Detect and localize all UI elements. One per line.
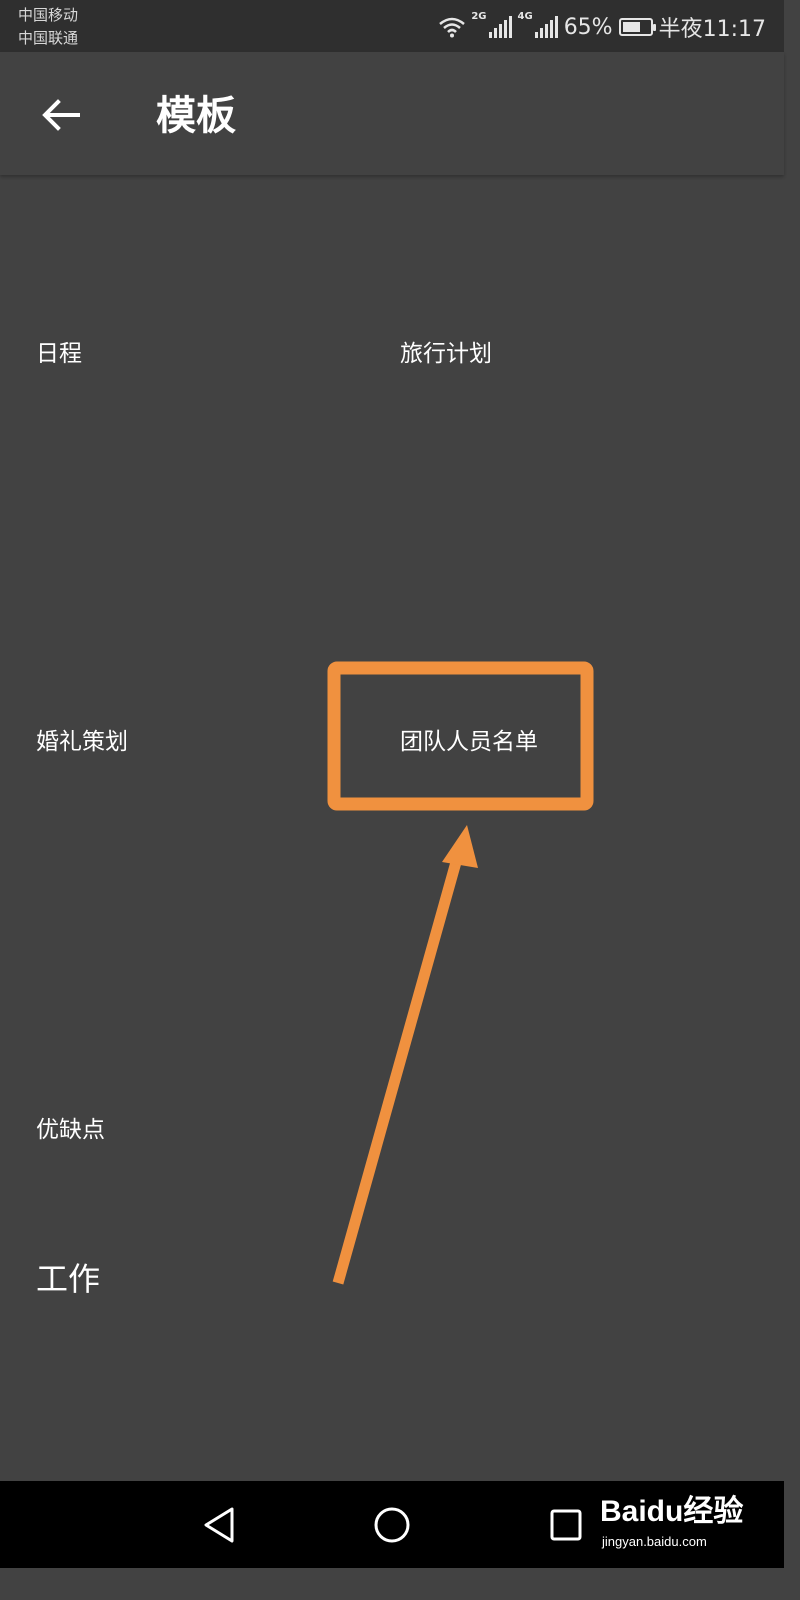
carrier-2-label: 中国联通	[18, 29, 79, 47]
watermark-url: jingyan.baidu.com	[602, 1534, 707, 1549]
annotation-arrow-shaft	[332, 853, 464, 1285]
square-recents-icon	[550, 1509, 582, 1541]
signal-icon	[488, 16, 512, 38]
battery-percent: 65%	[563, 14, 613, 40]
template-item-pros-cons[interactable]: 优缺点	[36, 1115, 105, 1145]
template-item-travel-plan[interactable]: 旅行计划	[400, 339, 492, 369]
back-button[interactable]	[36, 90, 86, 140]
carrier-1-label: 中国移动	[18, 6, 79, 24]
status-indicators: 2G 4G 65% 半夜11:17	[439, 10, 766, 44]
signal-icon	[534, 16, 558, 38]
network-4g-label: 4G	[517, 11, 533, 22]
battery-icon	[618, 18, 656, 36]
template-item-schedule[interactable]: 日程	[36, 339, 82, 369]
annotation-overlay	[327, 661, 594, 1285]
page-title: 模板	[156, 93, 236, 139]
template-item-wedding-planning[interactable]: 婚礼策划	[36, 727, 128, 757]
nav-recents-button[interactable]	[544, 1503, 588, 1547]
watermark-brand: Baidu经验	[600, 1495, 744, 1528]
wifi-icon	[439, 17, 466, 38]
template-item-work[interactable]: 工作	[36, 1260, 100, 1298]
triangle-back-icon	[204, 1507, 234, 1543]
nav-back-button[interactable]	[198, 1503, 242, 1547]
template-item-team-roster[interactable]: 团队人员名单	[400, 727, 538, 757]
arrow-left-icon	[42, 99, 80, 131]
status-time: 半夜11:17	[658, 17, 766, 42]
network-2g-label: 2G	[471, 11, 487, 22]
circle-home-icon	[374, 1507, 410, 1543]
status-bar: 中国移动 中国联通 2G 4G 65% 半夜11:17	[0, 0, 784, 52]
nav-home-button[interactable]	[370, 1503, 414, 1547]
baidu-jingyan-watermark: Baidu经验 jingyan.baidu.com	[600, 1494, 750, 1554]
battery-level	[622, 22, 640, 32]
annotation-arrow-head	[442, 825, 478, 868]
app-bar: 模板	[0, 52, 784, 175]
